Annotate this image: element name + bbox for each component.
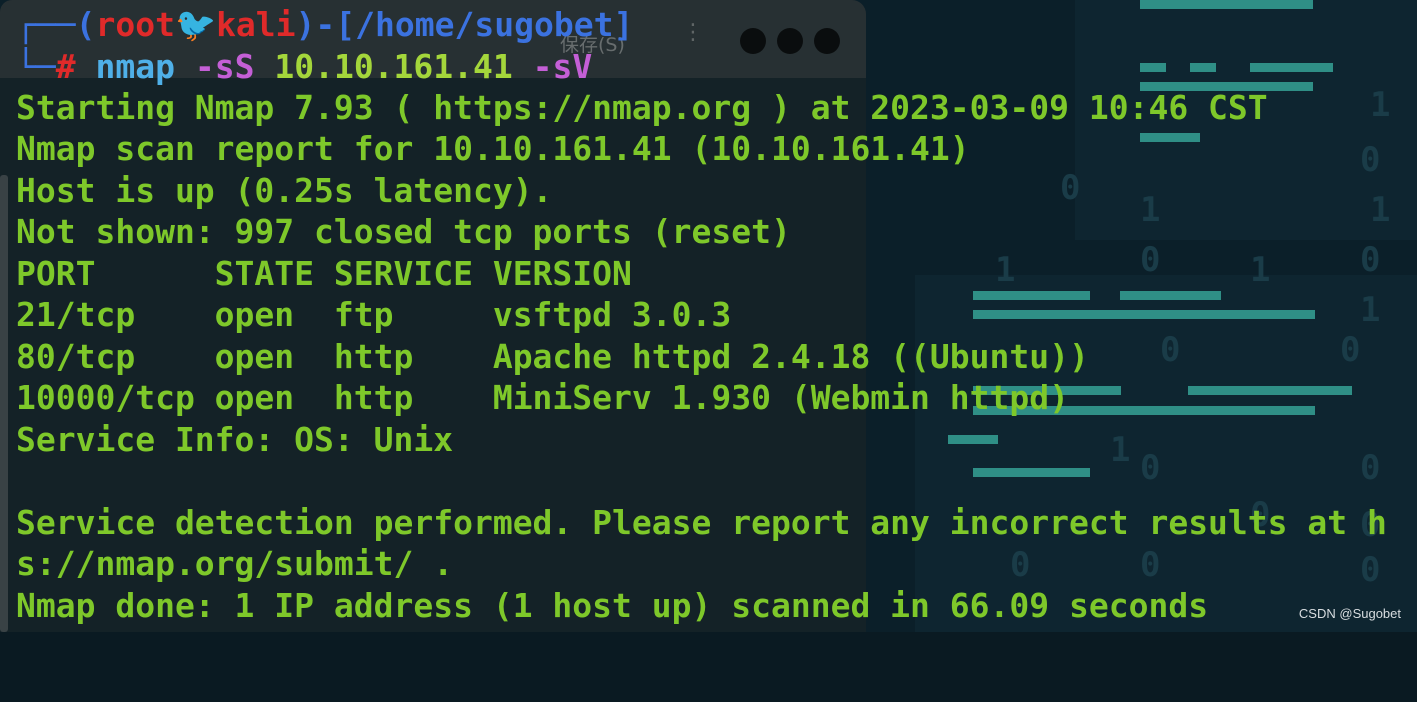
- wallpaper-digit: 1: [995, 250, 1016, 290]
- wallpaper-bar: [973, 468, 1090, 477]
- terminal-scrollbar[interactable]: [0, 175, 8, 632]
- wallpaper-digit: 0: [1160, 330, 1181, 370]
- wallpaper-digit: 1: [1250, 250, 1271, 290]
- wallpaper-bar: [973, 310, 1315, 319]
- wallpaper-digit: 1: [1110, 430, 1131, 470]
- wallpaper-bar: [1190, 63, 1216, 72]
- wallpaper-digit: 0: [1060, 168, 1081, 208]
- port-row: 21/tcp open ftp vsftpd 3.0.3: [16, 295, 732, 334]
- window-control-button[interactable]: [814, 28, 840, 54]
- prompt-corner: ┌──(: [16, 5, 96, 44]
- wallpaper-digit: 1: [1370, 85, 1391, 125]
- prompt-host: kali: [216, 5, 296, 44]
- command-line: └─# nmap -sS 10.10.161.41 -sV: [16, 46, 592, 87]
- output-line: s://nmap.org/submit/ .: [16, 544, 454, 583]
- port-row: 10000/tcp open http MiniServ 1.930 (Webm…: [16, 378, 1069, 417]
- output-line: Service Info: OS: Unix: [16, 420, 454, 459]
- prompt-line: ┌──(root🐦kali)-[/home/sugobet]: [16, 4, 633, 45]
- wallpaper-bar: [973, 291, 1090, 300]
- wallpaper-digit: 0: [1010, 545, 1031, 585]
- wallpaper-bar: [1140, 0, 1313, 9]
- port-row: 80/tcp open http Apache httpd 2.4.18 ((U…: [16, 337, 1089, 376]
- terminal-output: ┌──(root🐦kali)-[/home/sugobet] └─# nmap …: [16, 0, 1387, 702]
- command-flag: -sV: [532, 47, 593, 86]
- wallpaper-digit: 0: [1360, 240, 1381, 280]
- output-line: Starting Nmap 7.93 ( https://nmap.org ) …: [16, 88, 1268, 127]
- prompt-path: /home/sugobet: [355, 5, 614, 44]
- wallpaper-digit: 0: [1340, 330, 1361, 370]
- wallpaper-digit: 0: [1360, 140, 1381, 180]
- wallpaper-digit: 0: [1360, 448, 1381, 488]
- more-options-icon[interactable]: ⋮: [682, 22, 704, 44]
- wallpaper-bar: [1120, 291, 1221, 300]
- wallpaper-digit: 0: [1140, 240, 1161, 280]
- output-line: Not shown: 997 closed tcp ports (reset): [16, 212, 791, 251]
- wallpaper-bar: [948, 435, 998, 444]
- output-line: Host is up (0.25s latency).: [16, 171, 553, 210]
- prompt-corner: └─: [16, 47, 56, 86]
- wallpaper-digit: 1: [1370, 190, 1391, 230]
- wallpaper-bar: [1188, 386, 1352, 395]
- output-line: Nmap done: 1 IP address (1 host up) scan…: [16, 586, 1209, 625]
- wallpaper-digit: 1: [1140, 190, 1161, 230]
- output-line: Service detection performed. Please repo…: [16, 503, 1387, 542]
- command-target: 10.10.161.41: [274, 47, 513, 86]
- prompt-bracket: ]: [613, 5, 634, 44]
- command-flag: -sS: [194, 47, 255, 86]
- window-control-button[interactable]: [740, 28, 766, 54]
- wallpaper-digit: 1: [1360, 290, 1381, 330]
- bird-icon: 🐦: [174, 5, 217, 44]
- prompt-user: root: [95, 5, 175, 44]
- output-line: Nmap scan report for 10.10.161.41 (10.10…: [16, 129, 970, 168]
- command-name: nmap: [95, 47, 175, 86]
- prompt-hash: #: [55, 47, 76, 86]
- watermark: CSDN @Sugobet: [1298, 606, 1401, 621]
- wallpaper-digit: 0: [1360, 550, 1381, 590]
- wallpaper-bar: [1250, 63, 1333, 72]
- wallpaper-bar: [1140, 133, 1200, 142]
- wallpaper-bar: [1140, 63, 1166, 72]
- window-control-button[interactable]: [777, 28, 803, 54]
- wallpaper-digit: 0: [1140, 545, 1161, 585]
- wallpaper-panel: [915, 275, 1417, 632]
- port-table-header: PORT STATE SERVICE VERSION: [16, 254, 632, 293]
- prompt-separator: )-[: [295, 5, 356, 44]
- wallpaper-digit: 0: [1140, 448, 1161, 488]
